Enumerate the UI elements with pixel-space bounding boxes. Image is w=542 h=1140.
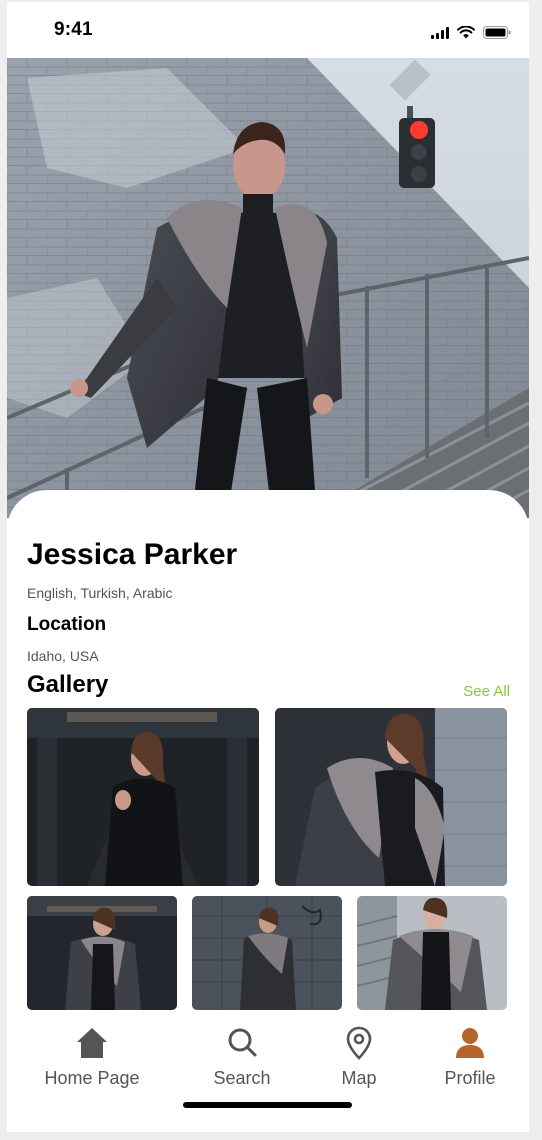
status-time: 9:41: [54, 19, 93, 40]
tab-home-label: Home Page: [44, 1068, 140, 1088]
tab-profile[interactable]: Profile: [435, 1026, 505, 1089]
tab-profile-label: Profile: [444, 1068, 496, 1088]
gallery-photo[interactable]: [27, 708, 259, 886]
location-value: Idaho, USA: [27, 648, 99, 664]
location-heading: Location: [27, 614, 107, 635]
status-icons: [431, 23, 511, 39]
profile-hero-photo: [7, 58, 529, 518]
tab-home[interactable]: Home Page: [37, 1026, 147, 1089]
phone-screen: 9:41 Jessica Parker English, Turkish, Ar…: [7, 2, 529, 1132]
tab-map-label: Map: [341, 1068, 377, 1088]
tab-search-label: Search: [213, 1068, 271, 1088]
home-indicator[interactable]: [183, 1102, 352, 1108]
gallery-photo[interactable]: [357, 896, 507, 1010]
see-all-link[interactable]: See All: [463, 683, 510, 700]
home-icon: [77, 1028, 107, 1058]
bottom-tab-bar: Home Page Search Map Profile: [7, 1012, 529, 1132]
wifi-icon: [457, 26, 475, 39]
user-icon: [456, 1028, 484, 1058]
search-icon: [228, 1028, 257, 1057]
tab-map[interactable]: Map: [324, 1026, 394, 1089]
profile-card: Jessica Parker English, Turkish, Arabic …: [7, 490, 529, 1030]
gallery-photo[interactable]: [192, 896, 342, 1010]
gallery-heading: Gallery: [27, 671, 109, 698]
cellular-signal-icon: [431, 27, 449, 39]
map-pin-icon: [346, 1026, 372, 1060]
gallery-photo[interactable]: [275, 708, 507, 886]
battery-icon: [483, 26, 511, 39]
profile-languages: English, Turkish, Arabic: [27, 585, 173, 601]
status-bar: 9:41: [7, 2, 529, 58]
gallery-photo[interactable]: [27, 896, 177, 1010]
profile-name: Jessica Parker: [27, 538, 238, 571]
tab-search[interactable]: Search: [202, 1026, 282, 1089]
